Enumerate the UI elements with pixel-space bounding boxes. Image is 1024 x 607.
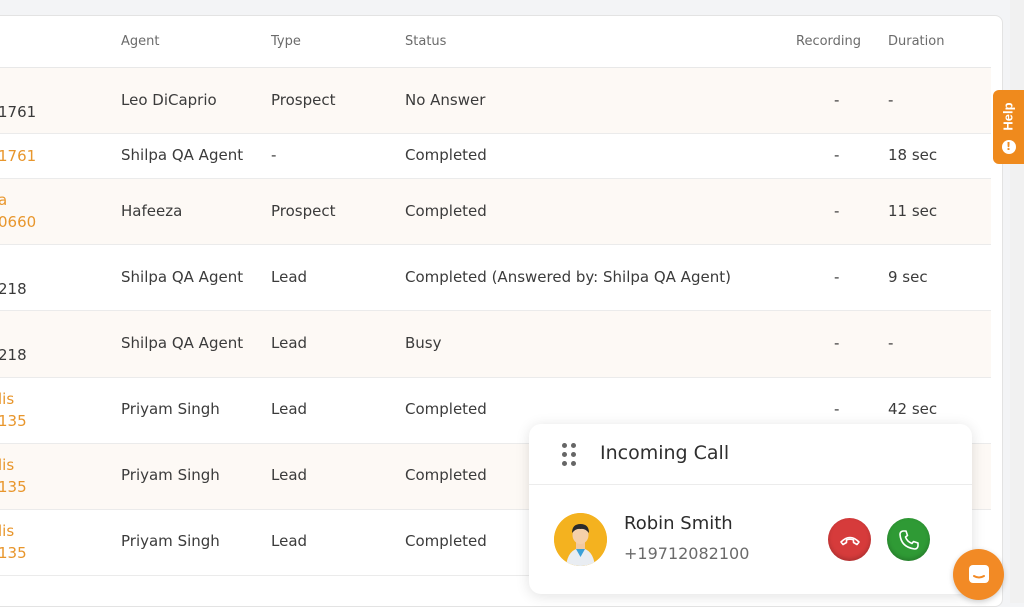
chat-launcher-button[interactable] bbox=[953, 549, 1004, 600]
recording-cell: - bbox=[834, 91, 840, 109]
phone-number-cell: 218 bbox=[0, 280, 27, 298]
duration-cell: - bbox=[888, 91, 894, 109]
recording-cell: - bbox=[834, 400, 840, 418]
type-cell: Prospect bbox=[271, 91, 336, 109]
status-cell: No Answer bbox=[405, 91, 486, 109]
agent-cell: Shilpa QA Agent bbox=[121, 334, 244, 352]
status-cell: Completed bbox=[405, 146, 487, 164]
phone-number-cell[interactable]: a bbox=[0, 191, 7, 209]
recording-cell: - bbox=[834, 334, 840, 352]
agent-cell: Shilpa QA Agent bbox=[121, 268, 244, 286]
status-cell: Completed bbox=[405, 532, 487, 550]
phone-number-cell[interactable]: lis bbox=[0, 522, 14, 540]
status-cell: Completed bbox=[405, 400, 487, 418]
type-cell: Lead bbox=[271, 268, 308, 286]
phone-number-cell[interactable]: 135 bbox=[0, 544, 27, 562]
agent-cell: Leo DiCaprio bbox=[121, 91, 217, 109]
duration-cell: 18 sec bbox=[888, 146, 938, 164]
duration-cell: 11 sec bbox=[888, 202, 938, 220]
agent-cell: Priyam Singh bbox=[121, 466, 220, 484]
phone-number-cell[interactable]: lis bbox=[0, 390, 14, 408]
chat-icon bbox=[968, 564, 989, 583]
phone-number-cell[interactable]: 0660 bbox=[0, 213, 36, 231]
phone-number-cell[interactable]: 1761 bbox=[0, 147, 36, 165]
duration-cell: 9 sec bbox=[888, 268, 928, 286]
table-row[interactable]: 1761 Leo DiCaprio Prospect No Answer - - bbox=[0, 68, 991, 134]
header-duration[interactable]: Duration bbox=[888, 34, 944, 49]
exclamation-icon: ! bbox=[1001, 139, 1016, 154]
table-row[interactable]: a 0660 Hafeeza Prospect Completed - 11 sec bbox=[0, 179, 991, 245]
agent-cell: Priyam Singh bbox=[121, 400, 220, 418]
duration-cell: - bbox=[888, 334, 894, 352]
status-cell: Completed bbox=[405, 466, 487, 484]
caller-name: Robin Smith bbox=[624, 513, 733, 534]
phone-icon bbox=[898, 529, 919, 550]
agent-cell: Hafeeza bbox=[121, 202, 183, 220]
phone-hangup-icon bbox=[839, 536, 860, 545]
phone-number-cell: 1761 bbox=[0, 103, 37, 121]
help-tab[interactable]: Help ! bbox=[993, 90, 1024, 164]
recording-cell: - bbox=[834, 146, 840, 164]
agent-cell: Priyam Singh bbox=[121, 532, 220, 550]
caller-avatar bbox=[554, 513, 607, 566]
type-cell: Lead bbox=[271, 466, 308, 484]
type-cell: Prospect bbox=[271, 202, 336, 220]
recording-cell: - bbox=[834, 268, 840, 286]
type-cell: Lead bbox=[271, 400, 308, 418]
table-row[interactable]: 218 Shilpa QA Agent Lead Completed (Answere… bbox=[0, 245, 991, 311]
table-header-row: Agent Type Status Recording Duration bbox=[0, 16, 991, 68]
accept-call-button[interactable] bbox=[887, 518, 930, 561]
status-cell: Completed bbox=[405, 202, 487, 220]
phone-number-cell[interactable]: 135 bbox=[0, 412, 27, 430]
decline-call-button[interactable] bbox=[828, 518, 871, 561]
phone-number-cell[interactable]: lis bbox=[0, 456, 14, 474]
status-cell: Busy bbox=[405, 334, 442, 352]
type-cell: - bbox=[271, 146, 277, 164]
table-row[interactable]: 218 Shilpa QA Agent Lead Busy - - bbox=[0, 311, 991, 378]
header-agent[interactable]: Agent bbox=[121, 34, 159, 49]
header-status[interactable]: Status bbox=[405, 34, 446, 49]
phone-number-cell: 218 bbox=[0, 346, 27, 364]
incoming-call-panel: Incoming Call Robin Smith +19712082100 bbox=[529, 424, 972, 594]
header-type[interactable]: Type bbox=[271, 34, 301, 49]
help-label: Help bbox=[1000, 101, 1016, 131]
phone-number-cell[interactable]: 135 bbox=[0, 478, 27, 496]
incoming-call-title: Incoming Call bbox=[600, 442, 730, 464]
duration-cell: 42 sec bbox=[888, 400, 938, 418]
recording-cell: - bbox=[834, 202, 840, 220]
type-cell: Lead bbox=[271, 532, 308, 550]
drag-handle-icon[interactable] bbox=[562, 443, 576, 467]
caller-number: +19712082100 bbox=[624, 544, 750, 563]
table-row[interactable]: 1761 Shilpa QA Agent - Completed - 18 sec bbox=[0, 134, 991, 179]
header-recording[interactable]: Recording bbox=[796, 34, 861, 49]
status-cell: Completed (Answered by: Shilpa QA Agent) bbox=[405, 268, 731, 286]
agent-cell: Shilpa QA Agent bbox=[121, 146, 244, 164]
type-cell: Lead bbox=[271, 334, 308, 352]
incoming-call-header: Incoming Call bbox=[529, 424, 972, 485]
